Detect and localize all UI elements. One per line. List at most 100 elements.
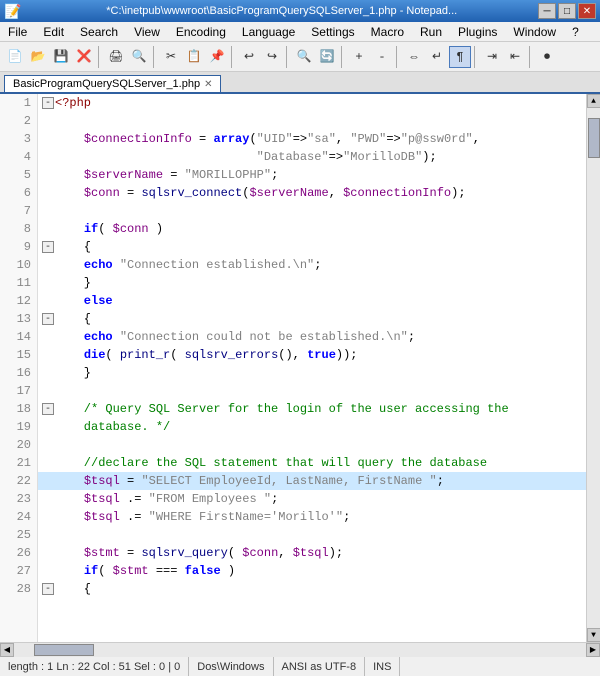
code-line-8[interactable]: if( $conn ) [38, 220, 586, 238]
tab-close-button[interactable]: ✕ [204, 79, 212, 90]
sync-scroll-button[interactable]: ⇔ [403, 46, 425, 68]
code-line-9[interactable]: - { [38, 238, 586, 256]
line-number-12: 12 [0, 292, 37, 310]
zoom-in-button[interactable]: + [348, 46, 370, 68]
code-line-12[interactable]: else [38, 292, 586, 310]
code-line-16[interactable]: } [38, 364, 586, 382]
code-line-11[interactable]: } [38, 274, 586, 292]
line-number-3: 3 [0, 130, 37, 148]
fold-marker-1[interactable]: - [42, 97, 54, 109]
code-line-19[interactable]: database. */ [38, 418, 586, 436]
menu-item-run[interactable]: Run [412, 22, 450, 41]
code-line-28[interactable]: - { [38, 580, 586, 598]
tab-bar: BasicProgramQuerySQLServer_1.php ✕ [0, 72, 600, 94]
toolbar: 📄 📂 💾 ❌ 🖨 🔍 ✂ 📋 📌 ↩ ↪ 🔍 🔄 + - ⇔ ↵ ¶ ⇥ ⇤ … [0, 42, 600, 72]
undo-button[interactable]: ↩ [238, 46, 260, 68]
copy-button[interactable]: 📋 [183, 46, 205, 68]
code-line-25[interactable] [38, 526, 586, 544]
menu-item-language[interactable]: Language [234, 22, 303, 41]
cut-button[interactable]: ✂ [160, 46, 182, 68]
menu-item-plugins[interactable]: Plugins [450, 22, 505, 41]
print-button[interactable]: 🖨 [105, 46, 127, 68]
macro-record-button[interactable]: ⏺ [536, 46, 558, 68]
menu-item-file[interactable]: File [0, 22, 35, 41]
line-number-17: 17 [0, 382, 37, 400]
code-line-24[interactable]: $tsql .= "WHERE FirstName='Morillo'"; [38, 508, 586, 526]
fold-marker-28[interactable]: - [42, 583, 54, 595]
fold-marker-18[interactable]: - [42, 403, 54, 415]
fold-marker-9[interactable]: - [42, 241, 54, 253]
line-number-22: 22 [0, 472, 37, 490]
scroll-left-button[interactable]: ◀ [0, 643, 14, 657]
code-line-26[interactable]: $stmt = sqlsrv_query( $conn, $tsql); [38, 544, 586, 562]
menu-item-macro[interactable]: Macro [363, 22, 412, 41]
show-all-chars-button[interactable]: ¶ [449, 46, 471, 68]
scroll-track[interactable] [587, 108, 600, 628]
code-line-13[interactable]: - { [38, 310, 586, 328]
code-line-1[interactable]: -<?php [38, 94, 586, 112]
code-line-2[interactable] [38, 112, 586, 130]
close-button[interactable]: ✕ [578, 3, 596, 19]
close-file-button[interactable]: ❌ [73, 46, 95, 68]
save-button[interactable]: 💾 [50, 46, 72, 68]
line-number-24: 24 [0, 508, 37, 526]
menu-item-window[interactable]: Window [505, 22, 564, 41]
minimize-button[interactable]: ─ [538, 3, 556, 19]
hscroll-track[interactable] [14, 643, 586, 657]
editor-container: 1234567891011121314151617181920212223242… [0, 94, 600, 642]
file-tab[interactable]: BasicProgramQuerySQLServer_1.php ✕ [4, 75, 221, 92]
vertical-scrollbar[interactable]: ▲ ▼ [586, 94, 600, 642]
paste-button[interactable]: 📌 [206, 46, 228, 68]
code-line-20[interactable] [38, 436, 586, 454]
code-line-7[interactable] [38, 202, 586, 220]
code-line-14[interactable]: echo "Connection could not be establishe… [38, 328, 586, 346]
line-number-8: 8 [0, 220, 37, 238]
line-number-20: 20 [0, 436, 37, 454]
code-line-21[interactable]: //declare the SQL statement that will qu… [38, 454, 586, 472]
word-wrap-button[interactable]: ↵ [426, 46, 448, 68]
code-line-18[interactable]: - /* Query SQL Server for the login of t… [38, 400, 586, 418]
menu-item-encoding[interactable]: Encoding [168, 22, 234, 41]
redo-button[interactable]: ↪ [261, 46, 283, 68]
scroll-thumb[interactable] [588, 118, 600, 158]
code-line-17[interactable] [38, 382, 586, 400]
menu-item-search[interactable]: Search [72, 22, 126, 41]
fold-marker-13[interactable]: - [42, 313, 54, 325]
tab-label: BasicProgramQuerySQLServer_1.php [13, 78, 200, 90]
scroll-down-button[interactable]: ▼ [587, 628, 600, 642]
new-button[interactable]: 📄 [4, 46, 26, 68]
find-button[interactable]: 🔍 [293, 46, 315, 68]
horizontal-scrollbar[interactable]: ◀ ▶ [0, 642, 600, 656]
menu-item-?[interactable]: ? [564, 22, 587, 41]
code-line-3[interactable]: $connectionInfo = array("UID"=>"sa", "PW… [38, 130, 586, 148]
code-line-27[interactable]: if( $stmt === false ) [38, 562, 586, 580]
line-number-27: 27 [0, 562, 37, 580]
scroll-up-button[interactable]: ▲ [587, 94, 600, 108]
indent-button[interactable]: ⇥ [481, 46, 503, 68]
menu-item-view[interactable]: View [126, 22, 168, 41]
code-line-23[interactable]: $tsql .= "FROM Employees "; [38, 490, 586, 508]
toolbar-sep-4 [286, 46, 290, 68]
find-replace-button[interactable]: 🔄 [316, 46, 338, 68]
cursor-position: length : 1 Ln : 22 Col : 51 Sel : 0 | 0 [6, 657, 189, 676]
toolbar-sep-3 [231, 46, 235, 68]
code-line-10[interactable]: echo "Connection established.\n"; [38, 256, 586, 274]
code-line-5[interactable]: $serverName = "MORILLOPHP"; [38, 166, 586, 184]
open-button[interactable]: 📂 [27, 46, 49, 68]
line-number-21: 21 [0, 454, 37, 472]
code-line-4[interactable]: "Database"=>"MorilloDB"); [38, 148, 586, 166]
code-area[interactable]: -<?php $connectionInfo = array("UID"=>"s… [38, 94, 586, 642]
maximize-button[interactable]: □ [558, 3, 576, 19]
insert-mode: INS [365, 657, 400, 676]
hscroll-thumb[interactable] [34, 644, 94, 656]
code-line-22[interactable]: $tsql = "SELECT EmployeeId, LastName, Fi… [38, 472, 586, 490]
menu-item-settings[interactable]: Settings [303, 22, 362, 41]
menu-item-edit[interactable]: Edit [35, 22, 72, 41]
zoom-out-button[interactable]: - [371, 46, 393, 68]
code-line-15[interactable]: die( print_r( sqlsrv_errors(), true)); [38, 346, 586, 364]
code-line-6[interactable]: $conn = sqlsrv_connect($serverName, $con… [38, 184, 586, 202]
print-preview-button[interactable]: 🔍 [128, 46, 150, 68]
scroll-right-button[interactable]: ▶ [586, 643, 600, 657]
line-number-9: 9 [0, 238, 37, 256]
unindent-button[interactable]: ⇤ [504, 46, 526, 68]
